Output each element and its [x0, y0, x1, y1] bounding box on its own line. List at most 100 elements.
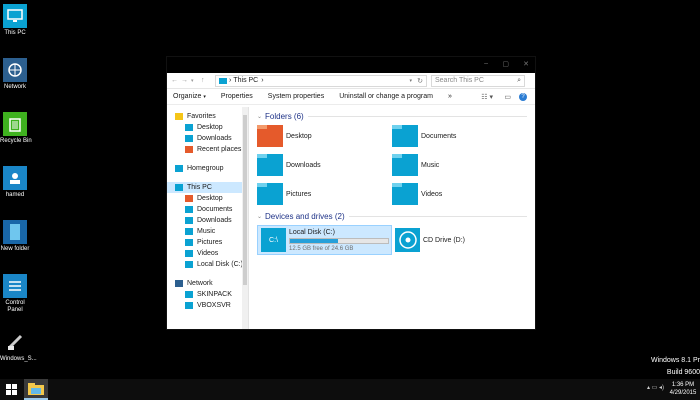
taskbar-file-explorer[interactable] — [24, 379, 48, 400]
search-input[interactable]: Search This PC — [435, 77, 484, 84]
downloads-icon — [185, 135, 193, 142]
nav-item-skinpack[interactable]: SKINPACK — [167, 289, 248, 300]
tray-icons[interactable]: ▴ ▭ ◂) — [647, 384, 664, 391]
scroll-thumb[interactable] — [243, 115, 247, 285]
drives-grid: C:\ Local Disk (C:) 12.5 GB free of 24.6… — [257, 225, 527, 255]
nav-item-network[interactable]: Network — [167, 278, 248, 289]
address-dropdown-icon[interactable]: ▾ — [409, 78, 412, 84]
folder-documents[interactable]: Documents — [392, 123, 527, 149]
back-arrow-icon[interactable]: ← — [171, 77, 181, 84]
pictures-icon — [185, 239, 193, 246]
homegroup-icon — [175, 165, 183, 172]
arrow-up-icon[interactable]: ▴ — [647, 385, 650, 391]
documents-icon — [185, 206, 193, 213]
address-row: ← → ▾ ↑ › This PC › ▾ ↻ Search This PC ⌕ — [167, 73, 535, 89]
downloads-folder-icon — [257, 154, 283, 176]
nav-item-local-disk[interactable]: Local Disk (C:) — [167, 259, 248, 270]
system-properties-button[interactable]: System properties — [268, 93, 324, 100]
devices-header[interactable]: ⌄ Devices and drives (2) — [257, 210, 527, 222]
folder-desktop[interactable]: Desktop — [257, 123, 392, 149]
clock[interactable]: 1:36 PM 4/29/2015 — [666, 381, 700, 397]
user-folder-icon — [3, 166, 27, 190]
desktop-icon-hamed[interactable]: hamed — [0, 166, 30, 199]
network-icon — [175, 280, 183, 287]
cd-drive-icon — [395, 228, 420, 252]
folder-icon — [3, 220, 27, 244]
help-icon[interactable]: ? — [519, 92, 527, 101]
desktop-icon-windows-s[interactable]: Windows_S... — [0, 330, 37, 363]
folder-flap — [257, 125, 267, 129]
recycle-bin-icon — [3, 112, 27, 136]
breadcrumb-this-pc[interactable]: This PC — [233, 77, 258, 84]
desktop-icon-network[interactable]: Network — [0, 58, 30, 91]
pictures-folder-icon — [257, 183, 283, 205]
drive-cd-d[interactable]: CD Drive (D:) — [392, 225, 527, 255]
nav-item-this-pc[interactable]: This PC — [167, 182, 248, 193]
section-divider — [348, 215, 527, 217]
folders-grid: Desktop Documents Downloads Music Pictur… — [257, 123, 527, 207]
more-commands-button[interactable]: » — [448, 93, 452, 100]
folder-flap — [257, 183, 267, 187]
folder-pictures[interactable]: Pictures — [257, 181, 392, 207]
maximize-button[interactable]: ▢ — [502, 60, 509, 68]
drive-local-disk-c[interactable]: C:\ Local Disk (C:) 12.5 GB free of 24.6… — [257, 225, 392, 255]
music-icon — [185, 228, 193, 235]
documents-folder-icon — [392, 125, 418, 147]
address-bar[interactable]: › This PC › ▾ ↻ — [215, 74, 427, 87]
folder-videos[interactable]: Videos — [392, 181, 527, 207]
search-icon[interactable]: ⌕ — [517, 77, 521, 85]
navigation-pane: Favorites Desktop Downloads Recent place… — [167, 107, 249, 329]
monitor-icon — [175, 184, 183, 191]
search-box[interactable]: Search This PC ⌕ — [431, 74, 525, 87]
command-bar: Organize ▾ Properties System properties … — [167, 89, 535, 105]
volume-icon[interactable]: ◂) — [659, 385, 664, 391]
this-pc-small-icon — [219, 77, 227, 84]
nav-item-downloads[interactable]: Downloads — [167, 133, 248, 144]
nav-item-vboxsvr[interactable]: VBOXSVR — [167, 300, 248, 311]
videos-icon — [185, 250, 193, 257]
desktop-icon — [185, 124, 193, 131]
nav-item-desktop[interactable]: Desktop — [167, 122, 248, 133]
nav-item-downloads[interactable]: Downloads — [167, 215, 248, 226]
desktop-icon-recycle-bin[interactable]: Recycle Bin — [0, 112, 32, 145]
collapse-chevron-icon[interactable]: ⌄ — [257, 213, 262, 220]
nav-group-favorites: Favorites Desktop Downloads Recent place… — [167, 111, 248, 155]
nav-item-homegroup[interactable]: Homegroup — [167, 163, 248, 174]
minimize-button[interactable]: – — [484, 60, 488, 67]
drive-usage-bar — [289, 237, 389, 244]
nav-item-videos[interactable]: Videos — [167, 248, 248, 259]
desktop-icon-this-pc[interactable]: This PC — [0, 4, 30, 37]
windows-logo-icon — [5, 384, 17, 395]
forward-arrow-icon[interactable]: → — [181, 77, 191, 84]
properties-button[interactable]: Properties — [221, 93, 253, 100]
breadcrumb-chevron-icon[interactable]: › — [261, 77, 263, 84]
up-arrow-icon[interactable]: ↑ — [201, 77, 211, 84]
uninstall-program-button[interactable]: Uninstall or change a program — [339, 93, 433, 100]
breadcrumb-separator-icon: › — [229, 77, 232, 84]
desktop-icon-control-panel[interactable]: Control Panel — [0, 274, 30, 314]
refresh-icon[interactable]: ↻ — [417, 77, 423, 85]
nav-item-pictures[interactable]: Pictures — [167, 237, 248, 248]
folder-music[interactable]: Music — [392, 152, 527, 178]
network-tray-icon[interactable]: ▭ — [652, 385, 658, 391]
start-button[interactable] — [0, 379, 22, 400]
nav-item-desktop[interactable]: Desktop — [167, 193, 248, 204]
nav-item-music[interactable]: Music — [167, 226, 248, 237]
collapse-chevron-icon[interactable]: ⌄ — [257, 113, 262, 120]
nav-item-favorites[interactable]: Favorites — [167, 111, 248, 122]
title-bar[interactable]: – ▢ ✕ — [167, 57, 535, 73]
desktop-icon-new-folder[interactable]: New folder — [0, 220, 30, 253]
organize-button[interactable]: Organize ▾ — [173, 93, 206, 100]
close-button[interactable]: ✕ — [523, 60, 529, 68]
drive-info: Local Disk (C:) 12.5 GB free of 24.6 GB — [289, 229, 389, 252]
windows-build-watermark: Windows 8.1 Pr Build 9600 — [650, 357, 700, 376]
preview-pane-icon[interactable]: ▭ — [504, 93, 511, 101]
nav-scrollbar[interactable] — [242, 107, 248, 329]
folders-header[interactable]: ⌄ Folders (6) — [257, 110, 527, 122]
nav-item-documents[interactable]: Documents — [167, 204, 248, 215]
view-options-icon[interactable]: ☷ ▾ — [481, 93, 493, 101]
explorer-window: – ▢ ✕ ← → ▾ ↑ › This PC › ▾ ↻ Search Thi… — [166, 56, 536, 330]
nav-item-recent-places[interactable]: Recent places — [167, 144, 248, 155]
chevron-down-icon[interactable]: ▾ — [191, 78, 201, 84]
folder-downloads[interactable]: Downloads — [257, 152, 392, 178]
